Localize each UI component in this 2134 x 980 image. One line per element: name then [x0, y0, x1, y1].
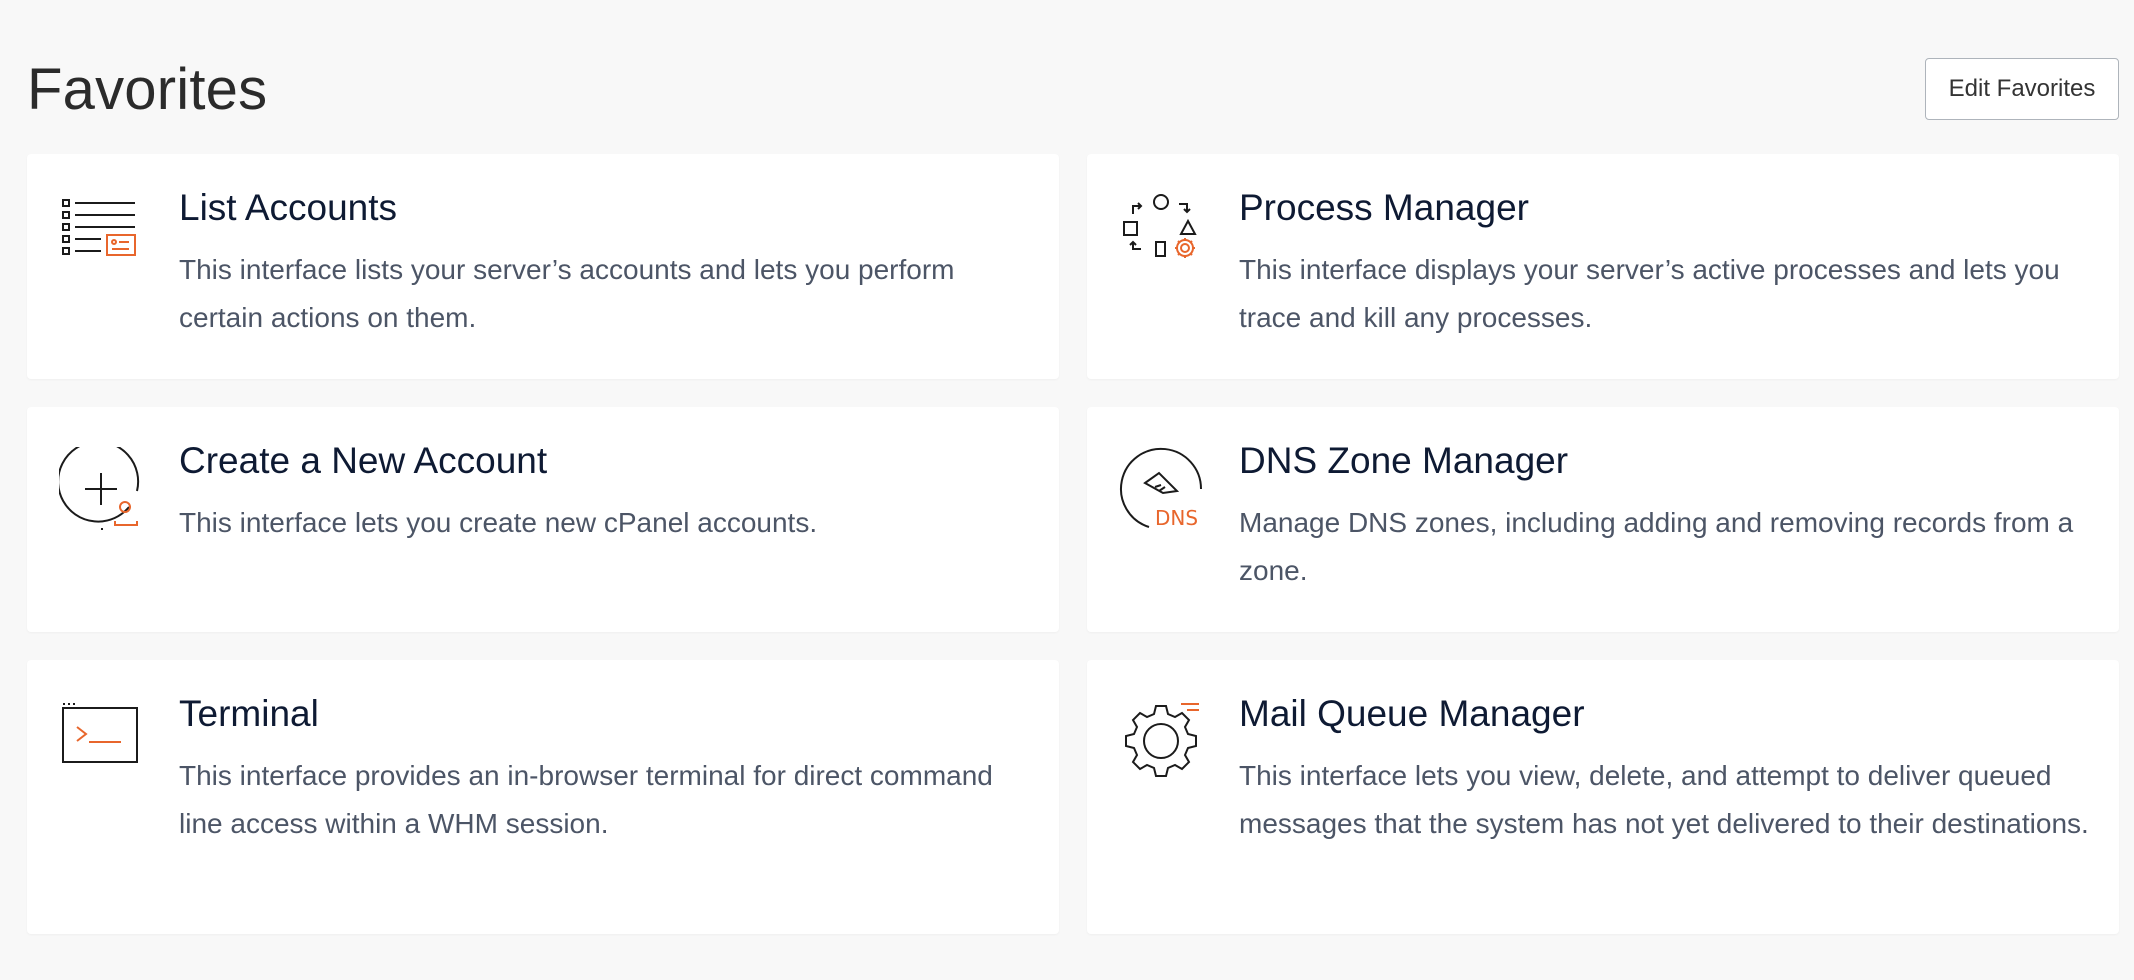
card-title: Terminal — [179, 693, 319, 734]
card-description: This interface provides an in-browser te… — [179, 760, 993, 839]
card-title: Mail Queue Manager — [1239, 693, 1585, 734]
card-create-account[interactable]: Create a New Account This interface lets… — [27, 407, 1059, 632]
card-terminal[interactable]: Terminal This interface provides an in-b… — [27, 660, 1059, 934]
create-account-icon — [59, 447, 143, 531]
card-description: This interface displays your server’s ac… — [1239, 254, 2060, 333]
favorites-header: Favorites Edit Favorites — [27, 50, 2119, 130]
card-dns-zone-manager[interactable]: DNS DNS Zone Manager Manage DNS zones, i… — [1087, 407, 2119, 632]
card-description: This interface lists your server’s accou… — [179, 254, 955, 333]
card-title: DNS Zone Manager — [1239, 440, 1569, 481]
card-description: This interface lets you view, delete, an… — [1239, 760, 2089, 839]
card-title: List Accounts — [179, 187, 398, 228]
favorites-grid: List Accounts This interface lists your … — [27, 154, 2119, 934]
card-mail-queue-manager[interactable]: Mail Queue Manager This interface lets y… — [1087, 660, 2119, 934]
card-title: Process Manager — [1239, 187, 1529, 228]
list-accounts-icon — [59, 194, 143, 278]
edit-favorites-button[interactable]: Edit Favorites — [1925, 58, 2119, 120]
card-title: Create a New Account — [179, 440, 548, 481]
card-process-manager[interactable]: Process Manager This interface displays … — [1087, 154, 2119, 379]
page-title: Favorites — [27, 57, 268, 122]
card-description: This interface lets you create new cPane… — [179, 507, 818, 538]
dns-label: DNS — [1155, 506, 1198, 530]
card-description: Manage DNS zones, including adding and r… — [1239, 507, 2074, 586]
process-manager-icon — [1119, 194, 1203, 278]
card-list-accounts[interactable]: List Accounts This interface lists your … — [27, 154, 1059, 379]
terminal-icon — [59, 700, 143, 784]
dns-zone-icon: DNS — [1119, 447, 1203, 531]
mail-queue-icon — [1119, 700, 1203, 784]
